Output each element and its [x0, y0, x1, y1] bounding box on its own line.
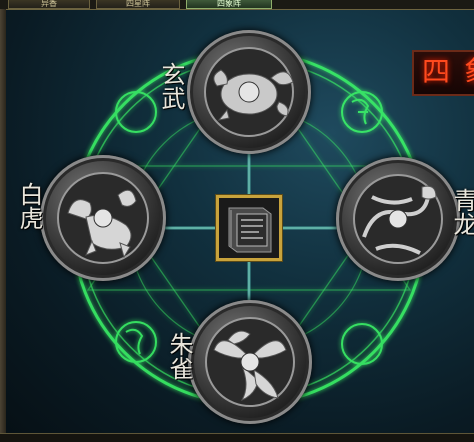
guardian-qinglong-label: 青龙: [449, 188, 474, 236]
tortoise-icon: [204, 47, 294, 137]
center-item-slot[interactable]: [216, 195, 282, 261]
guardian-xuanwu-slot[interactable]: [187, 30, 311, 154]
bottom-bar: [0, 433, 474, 442]
dragon-icon: [353, 174, 443, 264]
guardian-xuanwu-label: 玄武: [157, 62, 185, 110]
guardian-zhuque-slot[interactable]: [188, 300, 312, 424]
phoenix-icon: [205, 317, 295, 407]
guardian-baihu-slot[interactable]: [40, 155, 166, 281]
guardian-qinglong-slot[interactable]: [336, 157, 460, 281]
book-icon: [219, 198, 279, 258]
tiger-icon: [57, 172, 149, 264]
guardian-zhuque-label: 朱雀: [165, 332, 193, 380]
guardian-baihu-label: 白虎: [15, 182, 43, 230]
four-symbols-panel: 异香 四星阵 四象阵 四象: [0, 0, 474, 442]
